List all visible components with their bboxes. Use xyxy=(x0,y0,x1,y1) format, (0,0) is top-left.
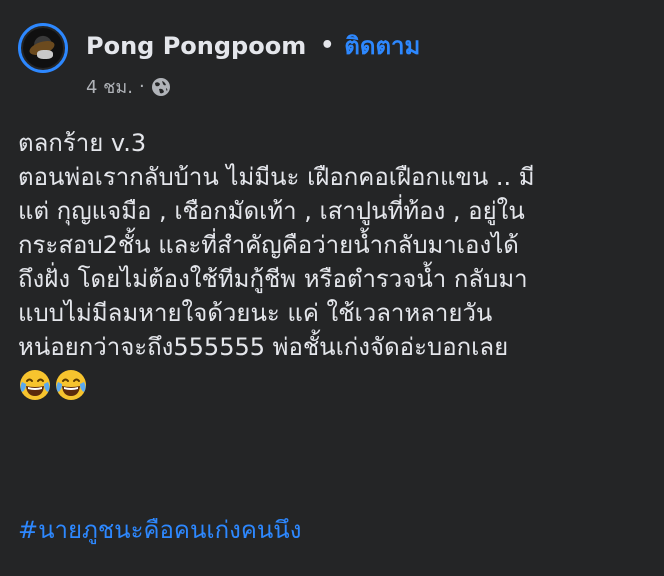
author-name[interactable]: Pong Pongpoom xyxy=(86,32,306,60)
post-meta: 4 ชม. · xyxy=(86,72,171,101)
meta-separator: · xyxy=(138,76,145,97)
post-line: ตอนพ่อเรากลับบ้าน ไม่มีนะ เฝือกคอเฝือกแข… xyxy=(18,163,535,191)
post-line: หน่อยกว่าจะถึง555555 พ่อชั้นเก่งจัดอ่ะบอ… xyxy=(18,333,509,361)
post-line: ถึงฝั่ง โดยไม่ต้องใช้ทีมกู้ชีพ หรือตำรวจ… xyxy=(18,265,528,293)
post-line: แบบไม่มีลมหายใจด้วยนะ แค่ ใช้เวลาหลายวัน xyxy=(18,299,493,327)
globe-icon[interactable] xyxy=(151,77,171,97)
post-line: กระสอบ2ชั้น และที่สำคัญคือว่ายน้ำกลับมาเ… xyxy=(18,231,519,259)
author-row: Pong Pongpoom • ติดตาม xyxy=(86,26,420,65)
post-line: แต่ กุญแจมือ , เชือกมัดเท้า , เสาปูนที่ท… xyxy=(18,197,525,225)
follow-button[interactable]: ติดตาม xyxy=(344,26,420,65)
name-separator: • xyxy=(320,33,335,58)
avatar-image xyxy=(23,28,63,68)
post-title: ตลกร้าย v.3 xyxy=(18,129,147,157)
tears-of-joy-emoji xyxy=(20,370,50,400)
post-header: Pong Pongpoom • ติดตาม 4 ชม. · xyxy=(18,20,658,110)
avatar[interactable] xyxy=(18,23,68,73)
post-timestamp[interactable]: 4 ชม. xyxy=(86,72,133,101)
post-text: ตลกร้าย v.3 ตอนพ่อเรากลับบ้าน ไม่มีนะ เฝ… xyxy=(18,126,648,404)
emoji-row xyxy=(18,366,648,404)
hashtag-link[interactable]: #นายภูชนะคือคนเก่งคนนึง xyxy=(18,513,301,547)
tears-of-joy-emoji xyxy=(56,370,86,400)
